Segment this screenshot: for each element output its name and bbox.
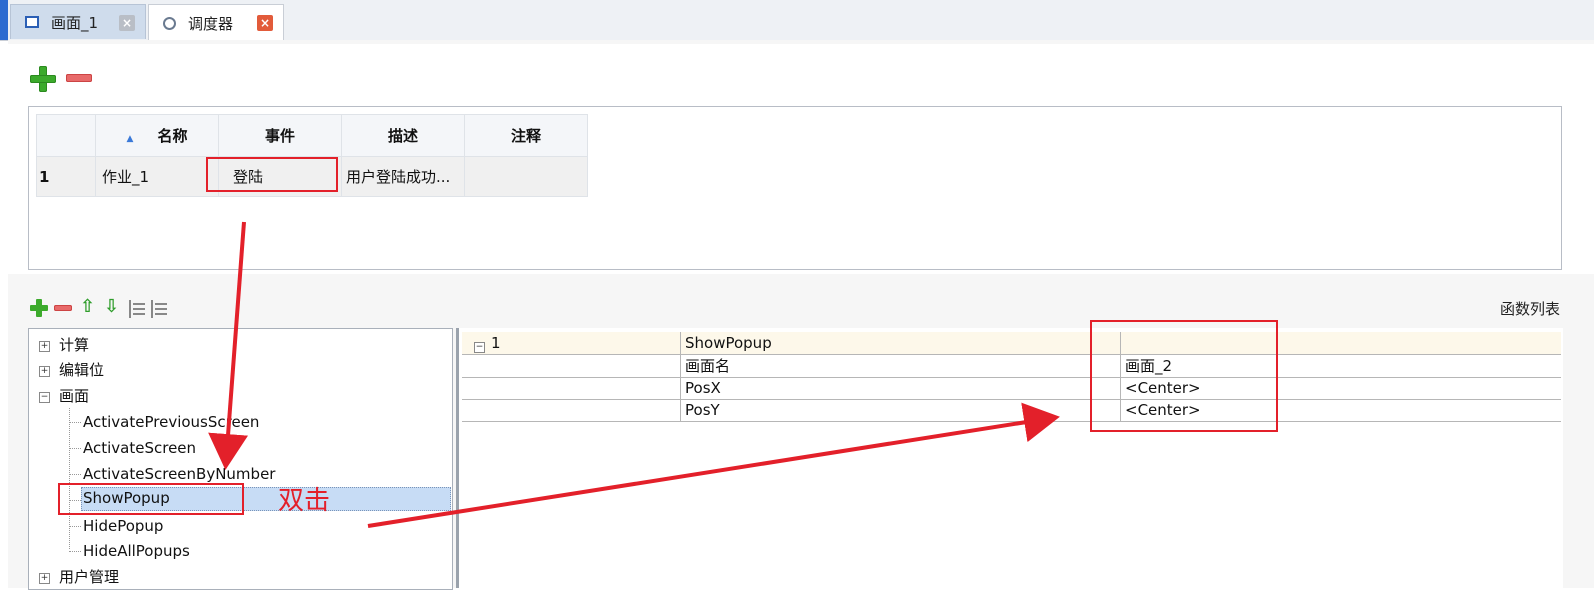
annotation-arrows (208, 221, 1060, 528)
arrow-event-to-tree (208, 221, 249, 470)
arrow-tree-to-params (367, 402, 1060, 528)
